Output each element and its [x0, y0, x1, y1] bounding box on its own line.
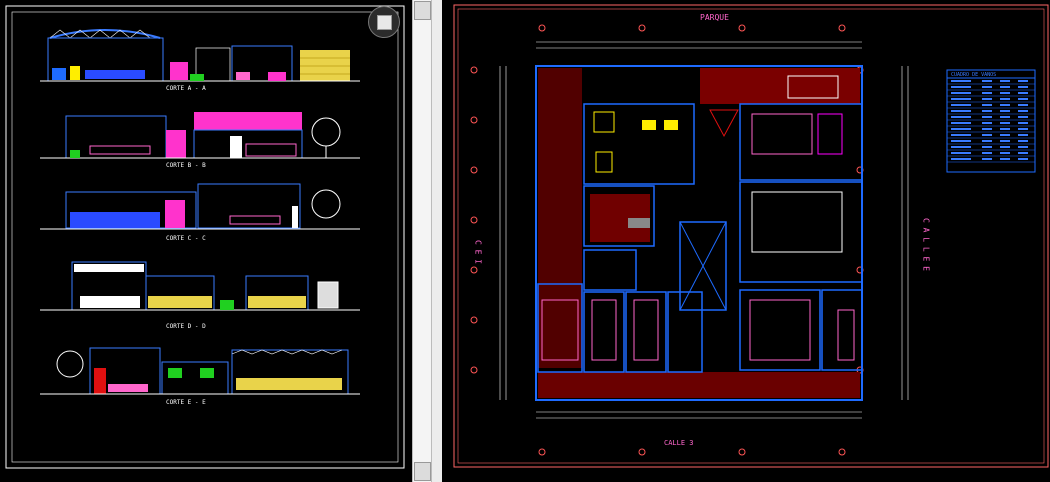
legend-cell	[1000, 128, 1010, 130]
legend-cell	[1018, 116, 1028, 118]
legend-cell	[951, 116, 971, 118]
triangle-down-icon[interactable]	[414, 462, 431, 481]
legend-cell	[1000, 152, 1010, 154]
legend-cell	[951, 128, 971, 130]
legend-cell	[1018, 80, 1028, 82]
section-a-label: CORTE A - A	[166, 85, 206, 92]
legend-cell	[1018, 128, 1028, 130]
garden-bottom	[538, 372, 860, 398]
legend-cell	[1018, 140, 1028, 142]
legend-cell	[1018, 122, 1028, 124]
legend-cell	[951, 158, 971, 160]
section-c-drawing	[40, 183, 360, 230]
section-b-drawing	[40, 112, 360, 159]
legend-cell	[982, 146, 992, 148]
section-a-drawing	[40, 29, 360, 82]
legend-cell	[1018, 86, 1028, 88]
legend-cell	[982, 128, 992, 130]
legend-cell	[951, 134, 971, 136]
legend-cell	[1018, 134, 1028, 136]
legend-cell	[982, 122, 992, 124]
right-street-label: C A L L E E	[922, 218, 931, 271]
legend-cell	[951, 104, 971, 106]
legend-cell	[1000, 146, 1010, 148]
legend-cell	[1000, 104, 1010, 106]
legend-cell	[1000, 116, 1010, 118]
garden-top	[700, 68, 860, 104]
legend-cell	[1018, 152, 1028, 154]
legend-cell	[1000, 110, 1010, 112]
legend-cell	[1018, 110, 1028, 112]
legend-cell	[982, 86, 992, 88]
legend-cell	[1000, 86, 1010, 88]
legend-cell	[982, 152, 992, 154]
legend-cell	[1018, 158, 1028, 160]
legend-cell	[1000, 122, 1010, 124]
legend-cell	[1018, 146, 1028, 148]
legend-cell	[982, 80, 992, 82]
legend-cell	[951, 92, 971, 94]
legend-cell	[951, 110, 971, 112]
legend-cell	[1018, 98, 1028, 100]
legend-cell	[1000, 92, 1010, 94]
legend-cell	[1000, 98, 1010, 100]
vertical-scrollbar[interactable]	[412, 0, 432, 482]
legend-cell	[1018, 104, 1028, 106]
legend-cell	[1000, 158, 1010, 160]
floor-plan-drawing: PARQUE CALLE 3 C E I C A L L E E CUADRO …	[453, 4, 1049, 468]
legend-title: CUADRO DE VANOS	[951, 72, 996, 78]
maximize-viewport-button[interactable]	[368, 6, 400, 38]
furniture	[541, 75, 855, 361]
legend-table: CUADRO DE VANOS	[946, 69, 1036, 173]
legend-cell	[982, 134, 992, 136]
left-street-label: C E I	[474, 240, 483, 264]
bottom-street-label: CALLE 3	[664, 439, 694, 447]
legend-cell	[982, 104, 992, 106]
legend-cell	[982, 92, 992, 94]
sections-sheet-pane[interactable]: CORTE A - A CORTE B - B CORTE C - C CORT…	[0, 0, 412, 482]
site-outline	[535, 65, 863, 401]
legend-cell	[951, 98, 971, 100]
rooms	[537, 103, 863, 373]
legend-cell	[951, 140, 971, 142]
legend-cell	[1000, 80, 1010, 82]
legend-cell	[951, 152, 971, 154]
section-d-label: CORTE D - D	[166, 323, 206, 330]
legend-cell	[982, 158, 992, 160]
section-d-drawing	[40, 261, 360, 311]
floor-plan-pane[interactable]: PARQUE CALLE 3 C E I C A L L E E CUADRO …	[442, 0, 1050, 482]
legend-cell	[951, 86, 971, 88]
legend-cell	[951, 122, 971, 124]
legend-cell	[1018, 92, 1028, 94]
legend-cell	[951, 146, 971, 148]
square-icon	[377, 15, 392, 30]
legend-cell	[1000, 140, 1010, 142]
triangle-up-icon[interactable]	[414, 1, 431, 20]
section-b-label: CORTE B - B	[166, 162, 206, 169]
legend-cell	[982, 140, 992, 142]
section-e-label: CORTE E - E	[166, 399, 206, 406]
legend-cell	[951, 80, 971, 82]
garden-left	[538, 68, 582, 368]
legend-cell	[982, 98, 992, 100]
legend-cell	[982, 110, 992, 112]
legend-cell	[1000, 134, 1010, 136]
legend-cell	[982, 116, 992, 118]
sections-drawing: CORTE A - A CORTE B - B CORTE C - C CORT…	[5, 5, 405, 469]
section-c-label: CORTE C - C	[166, 235, 206, 242]
section-e-drawing	[40, 347, 360, 395]
top-street-label: PARQUE	[700, 13, 729, 22]
